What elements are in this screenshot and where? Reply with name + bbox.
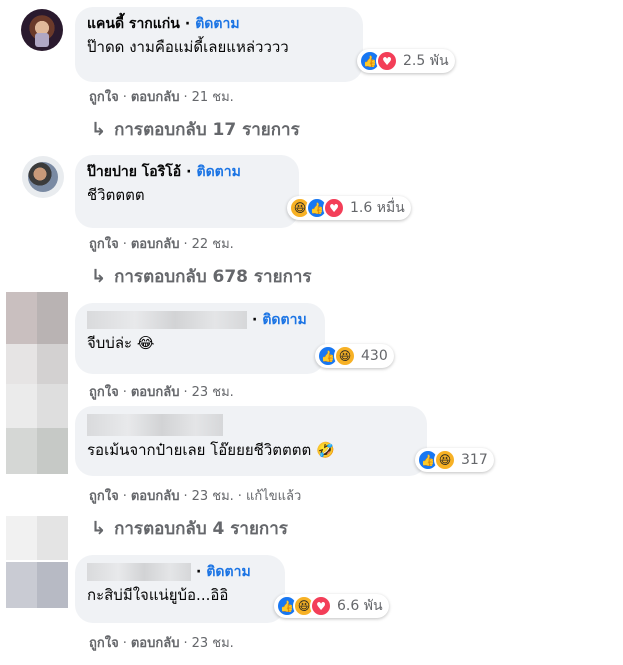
heart-icon: ♥ <box>376 50 398 72</box>
blurred-avatar-block <box>6 516 68 560</box>
reply-arrow-icon: ↳ <box>91 518 107 539</box>
reaction-summary[interactable]: 👍 😆 430 <box>315 344 394 368</box>
reaction-count: 430 <box>361 348 388 364</box>
separator-dot: · <box>122 489 127 504</box>
edited-label: แก้ไขแล้ว <box>245 489 302 504</box>
avatar-detail <box>35 33 49 47</box>
follow-link[interactable]: ติดตาม <box>195 15 239 33</box>
reaction-count: 1.6 หมื่น <box>350 200 405 216</box>
comment-time[interactable]: 23 ชม. <box>192 636 234 651</box>
blurred-avatar-block <box>6 428 68 474</box>
comment-time[interactable]: 21 ชม. <box>192 90 234 105</box>
reaction-count: 6.6 พัน <box>337 598 383 614</box>
comment-actions: ถูกใจ · ตอบกลับ · 22 ชม. <box>89 233 234 254</box>
comment-author-row: · ติดตาม <box>87 311 313 329</box>
comment-time[interactable]: 23 ชม. <box>192 385 234 400</box>
comment-time[interactable]: 23 ชม. <box>192 489 234 504</box>
comment-bubble: · ติดตาม จีบบ่ล่ะ 😂 <box>75 303 325 374</box>
avatar[interactable] <box>22 156 64 198</box>
laughing-face-icon: 😆 <box>334 345 356 367</box>
reply-arrow-icon: ↳ <box>91 119 107 140</box>
comment-author-blurred[interactable] <box>87 311 247 329</box>
follow-link[interactable]: ติดตาม <box>206 563 250 581</box>
comment-text: กะสิบ่มีใจแน่ยูบ้อ...อิอิ <box>87 586 229 604</box>
separator-dot: · <box>183 385 188 400</box>
comment-actions: ถูกใจ · ตอบกลับ · 21 ชม. <box>89 86 234 107</box>
separator-dot: · <box>237 489 242 504</box>
view-replies-link[interactable]: ↳ การตอบกลับ 17 รายการ <box>91 116 300 143</box>
reply-button[interactable]: ตอบกลับ <box>131 489 180 504</box>
reaction-summary[interactable]: 👍 😆 317 <box>415 448 494 472</box>
separator-dot: · <box>183 237 188 252</box>
heart-icon: ♥ <box>310 595 332 617</box>
avatar-photo <box>28 162 58 192</box>
separator-dot: · <box>183 636 188 651</box>
separator-dot: · <box>183 489 188 504</box>
laughing-face-icon: 😆 <box>434 449 456 471</box>
reply-button[interactable]: ตอบกลับ <box>131 237 180 252</box>
reply-button[interactable]: ตอบกลับ <box>131 90 180 105</box>
comment-bubble: รอเม้นจากป๋ายเลย โอ๊ยยยชีวิตตตต 🤣 <box>75 406 427 476</box>
comment-bubble: แคนดี้ รากแก่น · ติดตาม ป๊าดด งามคือแม่ด… <box>75 7 363 82</box>
separator-dot: · <box>196 564 202 580</box>
blurred-avatar-block <box>6 562 68 608</box>
separator-dot: · <box>186 164 192 180</box>
comment-text: ชีวิตตตต <box>87 186 145 204</box>
comment-actions: ถูกใจ · ตอบกลับ · 23 ชม. · แก้ไขแล้ว <box>89 485 301 506</box>
view-replies-link[interactable]: ↳ การตอบกลับ 4 รายการ <box>91 515 288 542</box>
reaction-count: 2.5 พัน <box>403 53 449 69</box>
view-replies-label: การตอบกลับ 678 รายการ <box>114 267 312 287</box>
separator-dot: · <box>122 237 127 252</box>
comment-text: ป๊าดด งามคือแม่ดี้เลยแหล่วววว <box>87 38 289 56</box>
reaction-count: 317 <box>461 452 488 468</box>
comment-actions: ถูกใจ · ตอบกลับ · 23 ชม. <box>89 381 234 402</box>
like-button[interactable]: ถูกใจ <box>89 90 119 105</box>
comment-author-row: แคนดี้ รากแก่น · ติดตาม <box>87 15 351 33</box>
view-replies-label: การตอบกลับ 4 รายการ <box>114 519 288 539</box>
like-button[interactable]: ถูกใจ <box>89 489 119 504</box>
reaction-summary[interactable]: 👍 😆 ♥ 6.6 พัน <box>274 594 389 618</box>
separator-dot: · <box>122 385 127 400</box>
separator-dot: · <box>183 90 188 105</box>
separator-dot: · <box>122 636 127 651</box>
comment-author-row: · ติดตาม <box>87 563 273 581</box>
follow-link[interactable]: ติดตาม <box>262 311 306 329</box>
comment-bubble: · ติดตาม กะสิบ่มีใจแน่ยูบ้อ...อิอิ <box>75 555 285 623</box>
like-button[interactable]: ถูกใจ <box>89 237 119 252</box>
like-button[interactable]: ถูกใจ <box>89 636 119 651</box>
reply-button[interactable]: ตอบกลับ <box>131 636 180 651</box>
comment-author-row <box>87 414 415 436</box>
view-replies-link[interactable]: ↳ การตอบกลับ 678 รายการ <box>91 263 312 290</box>
separator-dot: · <box>184 16 191 32</box>
reaction-summary[interactable]: 👍 ♥ 2.5 พัน <box>357 49 455 73</box>
reply-arrow-icon: ↳ <box>91 266 107 287</box>
comment-bubble: ป๊ายปาย โอริโอ้ · ติดตาม ชีวิตตตต <box>75 155 299 228</box>
comment-author-row: ป๊ายปาย โอริโอ้ · ติดตาม <box>87 163 287 181</box>
comment-author[interactable]: ป๊ายปาย โอริโอ้ <box>87 163 181 181</box>
view-replies-label: การตอบกลับ 17 รายการ <box>114 120 300 140</box>
blurred-avatar-block <box>6 292 68 344</box>
heart-icon: ♥ <box>323 197 345 219</box>
blurred-avatar-block <box>6 344 68 384</box>
blurred-avatar-block <box>6 384 68 428</box>
reply-button[interactable]: ตอบกลับ <box>131 385 180 400</box>
comment-text: จีบบ่ล่ะ 😂 <box>87 334 155 352</box>
comment-author-blurred[interactable] <box>87 563 191 581</box>
comment-time[interactable]: 22 ชม. <box>192 237 234 252</box>
comment-text: รอเม้นจากป๋ายเลย โอ๊ยยยชีวิตตตต 🤣 <box>87 441 335 459</box>
separator-dot: · <box>252 312 258 328</box>
comment-author[interactable]: แคนดี้ รากแก่น <box>87 15 180 33</box>
avatar[interactable] <box>21 9 63 51</box>
like-button[interactable]: ถูกใจ <box>89 385 119 400</box>
follow-link[interactable]: ติดตาม <box>196 163 240 181</box>
separator-dot: · <box>122 90 127 105</box>
comment-author-blurred[interactable] <box>87 414 223 436</box>
comment-actions: ถูกใจ · ตอบกลับ · 23 ชม. <box>89 632 234 653</box>
reaction-summary[interactable]: 😆 👍 ♥ 1.6 หมื่น <box>287 196 411 220</box>
